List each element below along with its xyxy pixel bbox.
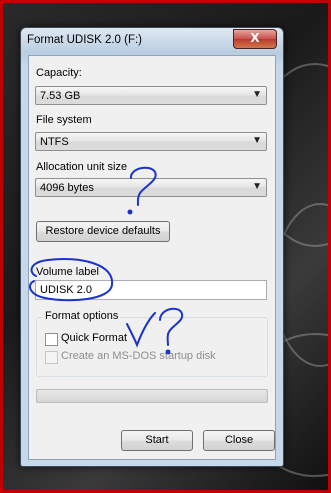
msdos-startup-label: Create an MS-DOS startup disk	[61, 350, 216, 362]
msdos-startup-checkbox[interactable]	[45, 351, 58, 364]
close-icon: X	[250, 31, 260, 45]
allocation-value: 4096 bytes	[40, 182, 94, 194]
quick-format-label[interactable]: Quick Format	[61, 332, 127, 344]
close-button[interactable]: Close	[203, 430, 275, 451]
capacity-select[interactable]: 7.53 GB ▼	[35, 86, 267, 105]
restore-defaults-button[interactable]: Restore device defaults	[36, 221, 170, 242]
capacity-value: 7.53 GB	[40, 90, 81, 102]
allocation-select[interactable]: 4096 bytes ▼	[35, 178, 267, 197]
chevron-down-icon: ▼	[252, 135, 262, 146]
dialog-body: Capacity: 7.53 GB ▼ File system NTFS ▼ A…	[28, 55, 276, 460]
volume-label-value: UDISK 2.0	[40, 284, 92, 296]
title-bar[interactable]: Format UDISK 2.0 (F:) X	[21, 28, 283, 53]
chevron-down-icon: ▼	[252, 89, 262, 100]
format-options-group: Format options Quick Format Create an MS…	[36, 310, 268, 377]
quick-format-checkbox[interactable]	[45, 333, 58, 346]
chevron-down-icon: ▼	[252, 181, 262, 192]
file-system-value: NTFS	[40, 136, 69, 148]
volume-label-input[interactable]: UDISK 2.0	[35, 280, 267, 300]
window-title: Format UDISK 2.0 (F:)	[27, 34, 143, 46]
start-button[interactable]: Start	[121, 430, 193, 451]
format-options-label: Format options	[43, 310, 121, 322]
allocation-label: Allocation unit size	[36, 161, 128, 173]
format-progress-bar	[36, 389, 268, 403]
close-window-button[interactable]: X	[233, 29, 277, 49]
format-dialog: Format UDISK 2.0 (F:) X Capacity: 7.53 G…	[20, 27, 284, 467]
capacity-label: Capacity:	[36, 67, 82, 79]
file-system-label: File system	[36, 114, 92, 126]
file-system-select[interactable]: NTFS ▼	[35, 132, 267, 151]
volume-label-caption: Volume label	[36, 266, 99, 278]
